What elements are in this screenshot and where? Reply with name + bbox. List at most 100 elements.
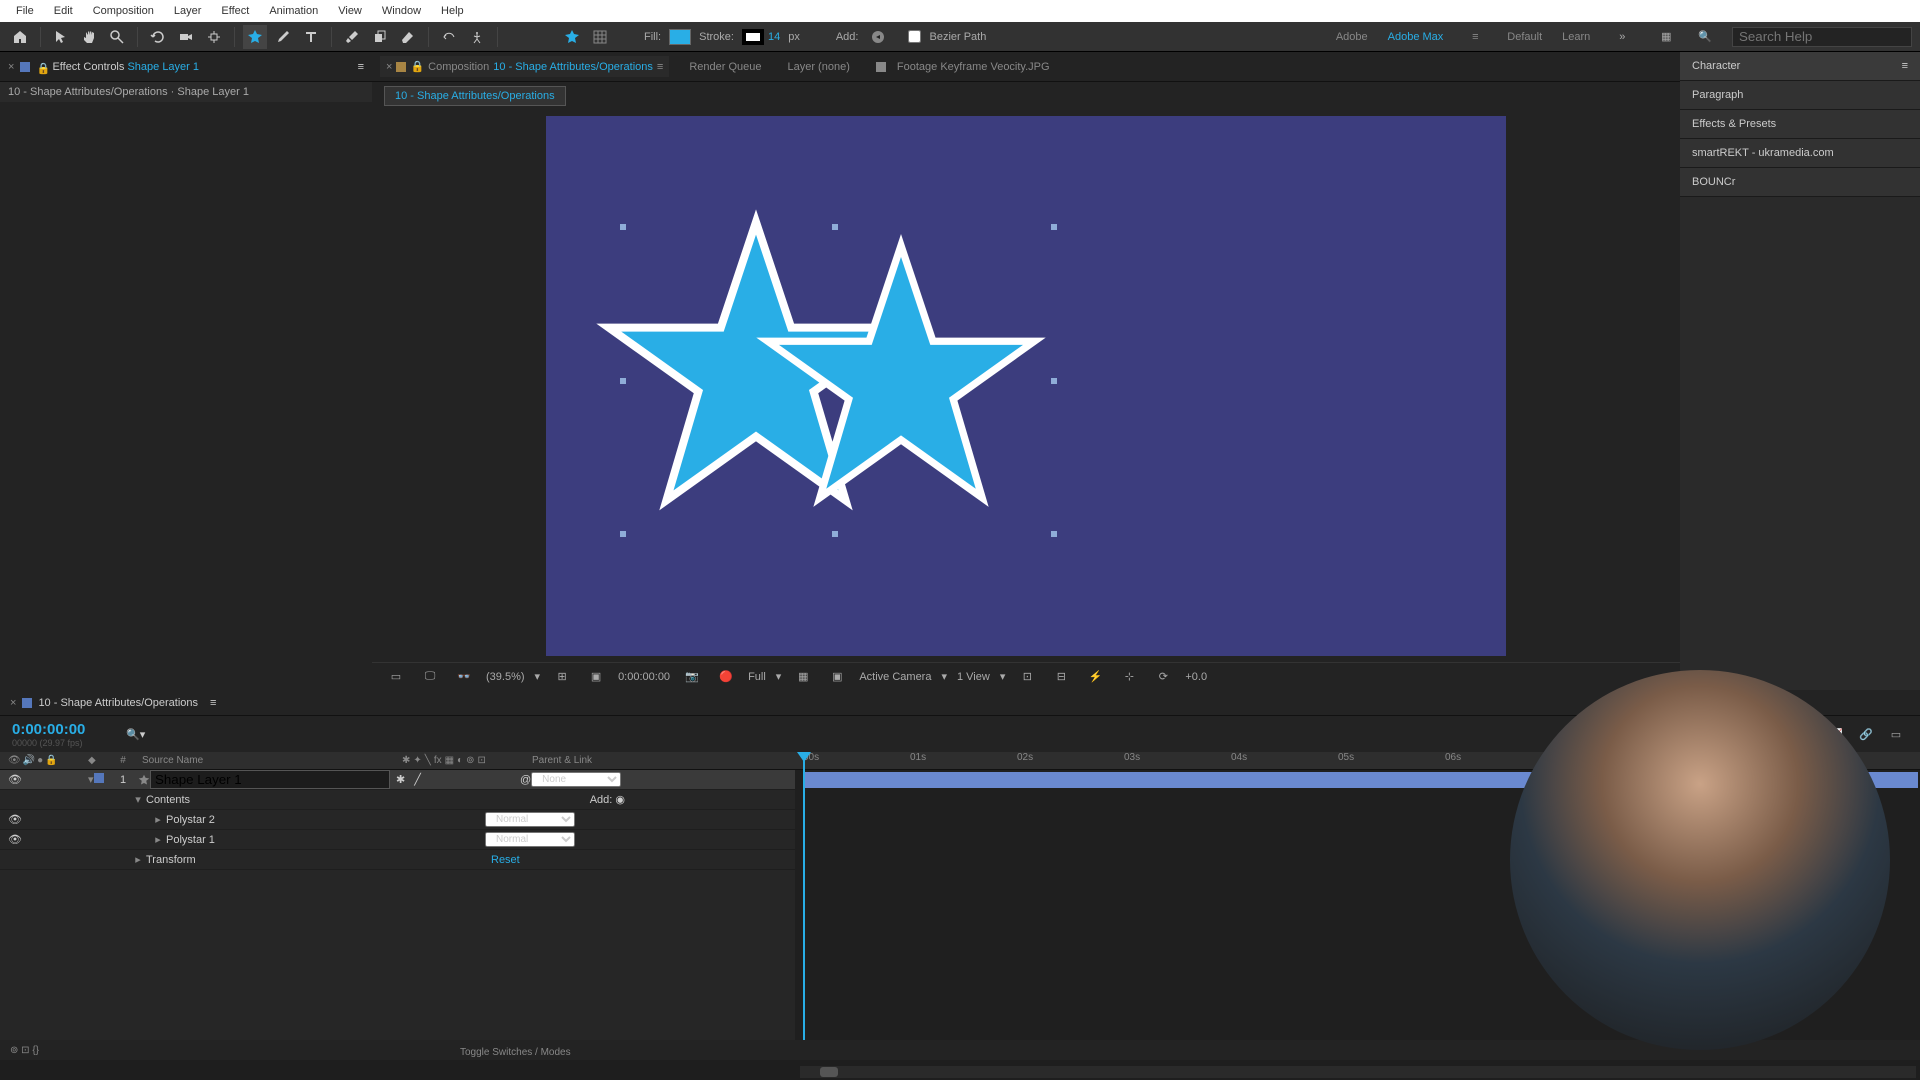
menu-layer[interactable]: Layer: [164, 5, 212, 17]
lock-column-icon[interactable]: 🔒: [45, 755, 57, 766]
roto-tool-icon[interactable]: [437, 25, 461, 49]
layer-row-1[interactable]: 👁 ▾ 1 ✱ ╱ @ None: [0, 770, 795, 790]
blend-mode-dropdown[interactable]: Normal: [485, 832, 575, 847]
lock-icon[interactable]: 🔒: [410, 60, 424, 73]
rotate-tool-icon[interactable]: [146, 25, 170, 49]
panel-effects-presets[interactable]: Effects & Presets: [1680, 110, 1920, 139]
text-tool-icon[interactable]: [299, 25, 323, 49]
panel-character[interactable]: Character≡: [1680, 52, 1920, 81]
handle-icon[interactable]: [1051, 224, 1057, 230]
menu-help[interactable]: Help: [431, 5, 474, 17]
home-icon[interactable]: [8, 25, 32, 49]
panel-paragraph[interactable]: Paragraph: [1680, 81, 1920, 110]
pixel-icon[interactable]: ⊟: [1049, 665, 1073, 689]
visibility-toggle[interactable]: 👁: [8, 813, 22, 826]
pickwhip-icon[interactable]: @: [520, 774, 531, 786]
menu-composition[interactable]: Composition: [83, 5, 164, 17]
hand-tool-icon[interactable]: [77, 25, 101, 49]
draft3d-icon[interactable]: 🔗: [1854, 722, 1878, 746]
eraser-tool-icon[interactable]: [396, 25, 420, 49]
current-time-display[interactable]: 0:00:00:00 00000 (29.97 fps): [0, 721, 120, 748]
panel-menu-icon[interactable]: ≡: [210, 697, 216, 709]
current-time[interactable]: 0:00:00:00: [618, 671, 670, 683]
sync-icon[interactable]: ≡: [1463, 25, 1487, 49]
panel-menu-icon[interactable]: ≡: [358, 61, 364, 73]
visibility-toggle[interactable]: 👁: [8, 833, 22, 846]
parent-dropdown[interactable]: None: [531, 772, 621, 787]
polystar-2-shape[interactable]: [756, 231, 1046, 521]
switches-icon[interactable]: ✱: [402, 755, 410, 766]
grid-icon[interactable]: [588, 25, 612, 49]
handle-icon[interactable]: [620, 378, 626, 384]
tab-render-queue[interactable]: Render Queue: [683, 57, 767, 77]
fill-swatch[interactable]: [669, 29, 691, 45]
tab-composition[interactable]: × 🔒 Composition 10 - Shape Attributes/Op…: [380, 56, 669, 77]
selection-tool-icon[interactable]: [49, 25, 73, 49]
roi-icon[interactable]: ▣: [584, 665, 608, 689]
handle-icon[interactable]: [1051, 378, 1057, 384]
workspace-default[interactable]: Default: [1507, 31, 1542, 43]
column-parent[interactable]: Parent & Link: [528, 755, 795, 766]
effect-controls-title[interactable]: Effect Controls Shape Layer 1: [52, 61, 199, 73]
pen-tool-icon[interactable]: [271, 25, 295, 49]
playhead[interactable]: [803, 752, 805, 1040]
handle-icon[interactable]: [1051, 531, 1057, 537]
composition-viewer[interactable]: [372, 110, 1680, 662]
more-icon[interactable]: »: [1610, 25, 1634, 49]
panel-smartrekt[interactable]: smartREKT - ukramedia.com: [1680, 139, 1920, 168]
anchor-tool-icon[interactable]: [202, 25, 226, 49]
eye-column-icon[interactable]: 👁: [8, 755, 21, 766]
polystar1-row[interactable]: 👁 ▸ Polystar 1 Normal: [0, 830, 795, 850]
resolution-icon[interactable]: ⊞: [550, 665, 574, 689]
tab-layer[interactable]: Layer (none): [781, 57, 855, 77]
refresh-icon[interactable]: ⟳: [1151, 665, 1175, 689]
visibility-toggle[interactable]: 👁: [8, 773, 22, 786]
viewopt-icon[interactable]: ⊡: [1015, 665, 1039, 689]
flowchart-path[interactable]: 10 - Shape Attributes/Operations: [372, 82, 1680, 110]
graph-icon[interactable]: ⊹: [1117, 665, 1141, 689]
exposure[interactable]: +0.0: [1185, 671, 1207, 683]
panel-menu-icon[interactable]: ≡: [1902, 60, 1908, 72]
shape-tool-icon[interactable]: [243, 25, 267, 49]
camera-dropdown[interactable]: Active Camera: [859, 671, 931, 683]
workspace-adobemax[interactable]: Adobe Max: [1388, 31, 1444, 43]
toggle-switches-button[interactable]: Toggle Switches / Modes: [460, 1047, 571, 1058]
resolution-dropdown[interactable]: Full: [748, 671, 766, 683]
menu-edit[interactable]: Edit: [44, 5, 83, 17]
handle-icon[interactable]: [620, 531, 626, 537]
3d-icon[interactable]: ▣: [825, 665, 849, 689]
zoom-level[interactable]: (39.5%): [486, 671, 525, 683]
views-dropdown[interactable]: 1 View: [957, 671, 990, 683]
column-source-name[interactable]: Source Name: [138, 755, 398, 766]
curly-icon[interactable]: {}: [32, 1045, 39, 1056]
lock-icon[interactable]: 🔒: [36, 62, 46, 72]
label-color-icon[interactable]: [94, 773, 104, 783]
transform-row[interactable]: ▸ Transform Reset: [0, 850, 795, 870]
menu-view[interactable]: View: [328, 5, 372, 17]
brush-tool-icon[interactable]: [340, 25, 364, 49]
menu-file[interactable]: File: [6, 5, 44, 17]
tab-footage[interactable]: Footage Keyframe Veocity.JPG: [870, 57, 1056, 77]
puppet-tool-icon[interactable]: [465, 25, 489, 49]
timeline-comp-name[interactable]: 10 - Shape Attributes/Operations: [38, 697, 198, 709]
handle-icon[interactable]: [832, 531, 838, 537]
solo-column-icon[interactable]: ●: [37, 755, 43, 766]
channel-icon[interactable]: 🔴: [714, 665, 738, 689]
bezier-checkbox[interactable]: [908, 30, 921, 43]
search-input[interactable]: [1732, 27, 1912, 47]
handle-icon[interactable]: [832, 224, 838, 230]
stroke-swatch[interactable]: [742, 29, 764, 45]
workspace-adobe[interactable]: Adobe: [1336, 31, 1368, 43]
timeline-scrollbar[interactable]: [800, 1066, 1916, 1078]
add-button-icon[interactable]: [866, 25, 890, 49]
zoom-tool-icon[interactable]: [105, 25, 129, 49]
monitor-icon[interactable]: 🖵: [418, 665, 442, 689]
timeline-search-icon[interactable]: 🔍▾: [120, 726, 151, 743]
handle-icon[interactable]: [620, 224, 626, 230]
transparency-icon[interactable]: ▦: [791, 665, 815, 689]
brainstorm-icon[interactable]: ▭: [1884, 722, 1908, 746]
menu-window[interactable]: Window: [372, 5, 431, 17]
reset-button[interactable]: Reset: [485, 854, 520, 866]
panel-menu-icon[interactable]: ≡: [657, 61, 663, 73]
column-number[interactable]: #: [108, 755, 138, 766]
